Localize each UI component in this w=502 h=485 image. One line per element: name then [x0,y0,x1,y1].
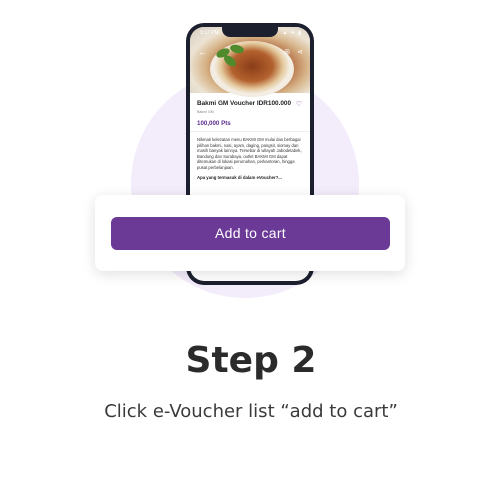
heart-icon[interactable]: ♡ [296,100,302,108]
cart-icon[interactable]: ⊞ [284,48,290,56]
share-icon[interactable]: ⋖ [297,48,303,56]
product-title: Bakmi GM Voucher IDR100.000 [197,100,292,107]
add-to-cart-card: Add to cart [95,195,405,271]
step-title: Step 2 [185,340,317,381]
faq-heading[interactable]: Apa yang termasuk di dalam eVoucher?... [197,175,303,180]
product-merchant: Bakmi GM [197,110,214,114]
product-description: Nikmati kelezatan menu BAKMI GM mulai da… [197,137,302,170]
status-time: 9:12 PM [200,30,219,36]
status-icons: ▲ ✦ ▮ [282,30,302,36]
arrow-left-icon[interactable]: ← [198,47,207,57]
phone-notch [222,27,278,37]
divider [190,131,310,132]
product-points: 100,000 Pts [197,120,231,127]
instruction-text: Click e-Voucher list “add to cart” [104,401,398,422]
add-to-cart-button[interactable]: Add to cart [111,217,390,250]
